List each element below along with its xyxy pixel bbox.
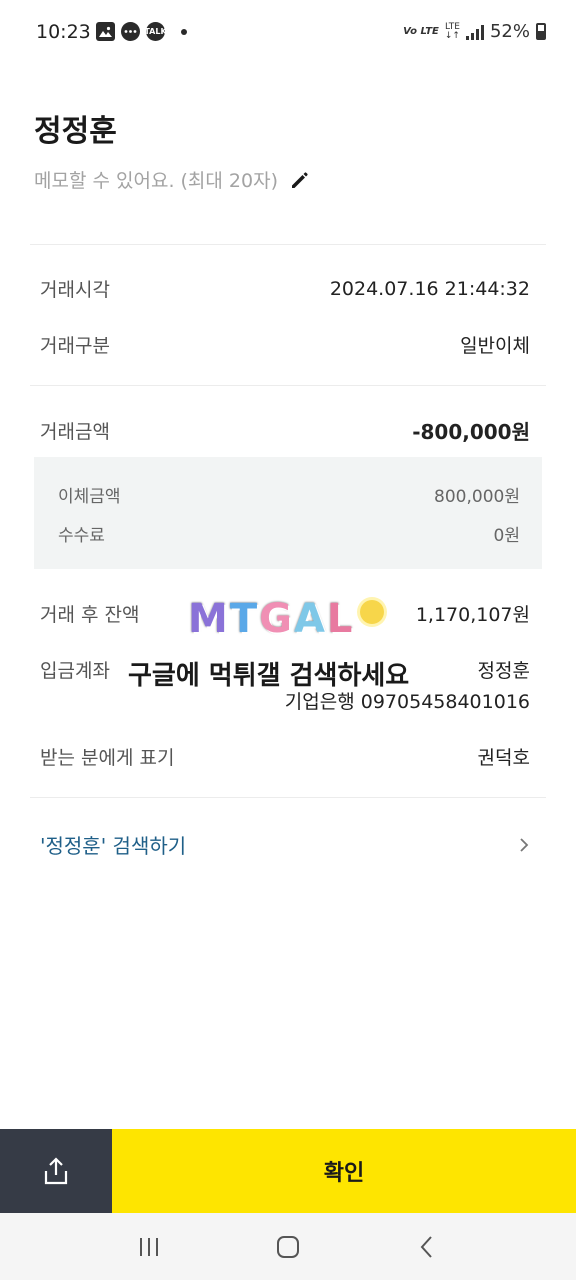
payee-name: 정정훈 <box>34 114 117 149</box>
chevron-right-icon <box>518 837 530 853</box>
notification-icons: TALK <box>96 22 187 41</box>
divider <box>30 797 546 798</box>
recent-apps-button[interactable] <box>129 1227 169 1267</box>
gallery-icon <box>96 22 115 41</box>
action-bar: 확인 <box>0 1129 576 1213</box>
balance-label: 거래 후 잔액 <box>40 604 140 626</box>
status-time: 10:23 <box>36 21 91 43</box>
back-icon <box>420 1235 432 1258</box>
lte-icon: LTE ↓↑ <box>444 21 460 41</box>
fee-label: 수수료 <box>58 526 105 546</box>
deposit-account-label: 입금계좌 <box>40 660 110 682</box>
home-button[interactable] <box>268 1227 308 1267</box>
system-nav-bar <box>0 1213 576 1280</box>
transfer-amount-label: 이체금액 <box>58 487 121 507</box>
watermark-logo: MTGAL <box>188 596 355 642</box>
transaction-type-value: 일반이체 <box>460 335 530 357</box>
volte-icon: Vo LTE <box>403 26 439 37</box>
balance-value: 1,170,107원 <box>415 604 530 626</box>
dot-icon <box>181 28 187 35</box>
transaction-type-row: 거래구분 일반이체 <box>40 331 530 358</box>
amount-breakdown: 이체금액 800,000원 수수료 0원 <box>34 457 542 569</box>
fee-value: 0원 <box>493 526 520 546</box>
recent-apps-icon <box>140 1237 159 1256</box>
pencil-icon[interactable] <box>288 168 312 192</box>
search-payee-label: '정정훈' 검색하기 <box>40 834 187 858</box>
memo-field[interactable]: 메모할 수 있어요. (최대 20자) <box>34 166 312 193</box>
recipient-display-label: 받는 분에게 표기 <box>40 747 175 769</box>
system-status: Vo LTE LTE ↓↑ 52% <box>403 21 546 42</box>
transaction-amount-label: 거래금액 <box>40 421 110 443</box>
back-button[interactable] <box>407 1227 447 1267</box>
transaction-amount-value: -800,000원 <box>412 420 530 444</box>
battery-icon <box>536 23 546 40</box>
signal-icon <box>465 24 484 40</box>
chat-icon <box>121 22 140 41</box>
confirm-button[interactable]: 확인 <box>112 1129 576 1213</box>
share-icon <box>44 1157 68 1185</box>
transfer-amount-value: 800,000원 <box>434 487 520 507</box>
search-payee-link[interactable]: '정정훈' 검색하기 <box>40 830 530 859</box>
transaction-time-label: 거래시각 <box>40 279 110 301</box>
transaction-time-row: 거래시각 2024.07.16 21:44:32 <box>40 275 530 302</box>
kakaotalk-icon: TALK <box>144 22 167 41</box>
deposit-account-number: 기업은행 09705458401016 <box>284 691 530 713</box>
transaction-type-label: 거래구분 <box>40 335 110 357</box>
memo-placeholder: 메모할 수 있어요. (최대 20자) <box>34 170 279 192</box>
deposit-account-name: 정정훈 <box>477 660 530 682</box>
recipient-display-value: 권덕호 <box>477 747 530 769</box>
lte-label: LTE <box>444 21 460 32</box>
fee-row: 수수료 0원 <box>58 521 520 546</box>
share-button[interactable] <box>0 1129 112 1213</box>
transaction-amount-row: 거래금액 -800,000원 <box>40 416 530 445</box>
divider <box>30 244 546 245</box>
transaction-time-value: 2024.07.16 21:44:32 <box>329 277 530 300</box>
recipient-display-row: 받는 분에게 표기 권덕호 <box>40 743 530 770</box>
battery-percent: 52% <box>489 21 530 42</box>
status-bar: 10:23 TALK Vo LTE LTE ↓↑ 52% <box>0 0 576 66</box>
sun-icon <box>360 600 384 624</box>
home-icon <box>276 1235 299 1258</box>
divider <box>30 385 546 386</box>
transfer-amount-row: 이체금액 800,000원 <box>58 482 520 507</box>
